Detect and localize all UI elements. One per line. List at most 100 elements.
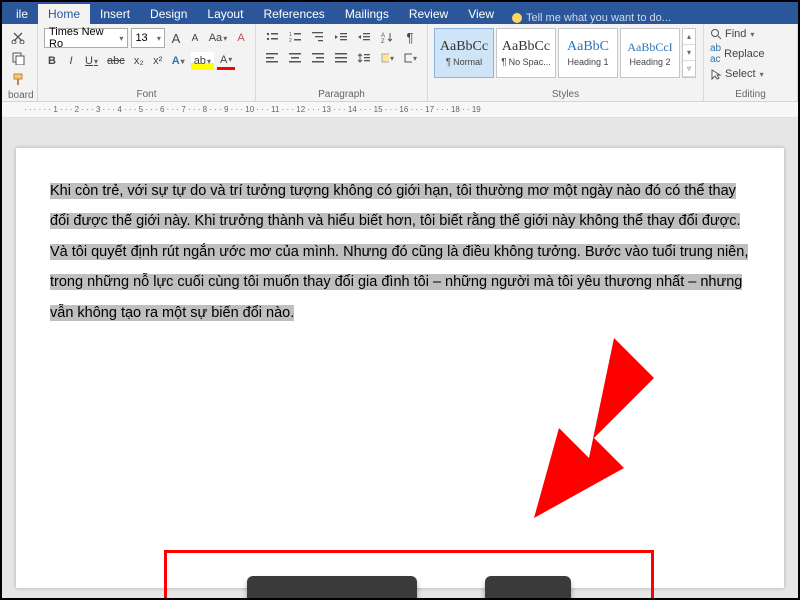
- plus-sign: +: [439, 596, 462, 599]
- font-size-combo[interactable]: 13 ▾: [131, 28, 164, 48]
- group-label-clipboard: board: [8, 88, 31, 101]
- font-color-button[interactable]: A▾: [217, 52, 235, 70]
- borders-button[interactable]: ▾: [400, 49, 420, 67]
- bold-button[interactable]: B: [44, 52, 60, 70]
- group-font: Times New Ro▾ 13▾ A A Aa▾ A B I U▾ abc x…: [38, 24, 256, 101]
- group-editing: Find▾ abac Replace Select▾ Editing: [704, 24, 798, 101]
- tab-home[interactable]: Home: [38, 4, 90, 24]
- grow-font-button[interactable]: A: [168, 29, 184, 47]
- style-preview: AaBbCc: [502, 39, 550, 55]
- cut-button[interactable]: [8, 28, 28, 46]
- style-heading-1[interactable]: AaBbC Heading 1: [558, 28, 618, 78]
- paragraph-mark-icon: ¶: [446, 57, 451, 68]
- find-button[interactable]: Find▾: [710, 28, 791, 40]
- cursor-icon: [710, 68, 722, 80]
- selected-text[interactable]: Khi còn trẻ, với sự tự do và trí tưởng t…: [50, 183, 748, 321]
- select-button[interactable]: Select▾: [710, 68, 791, 80]
- find-label: Find: [725, 28, 746, 40]
- style-label: Heading 1: [567, 57, 608, 67]
- format-painter-button[interactable]: [8, 70, 28, 88]
- replace-label: Replace: [724, 48, 764, 60]
- document-paragraph[interactable]: Khi còn trẻ, với sự tự do và trí tưởng t…: [50, 176, 750, 328]
- style-no-spacing[interactable]: AaBbCc ¶No Spac...: [496, 28, 556, 78]
- key-a: A: [485, 576, 571, 598]
- style-label: Heading 2: [629, 57, 670, 67]
- font-size-value: 13: [135, 32, 147, 44]
- document-page[interactable]: Khi còn trẻ, với sự tự do và trí tưởng t…: [16, 148, 784, 588]
- style-normal[interactable]: AaBbCc ¶Normal: [434, 28, 494, 78]
- superscript-button[interactable]: x²: [150, 52, 166, 70]
- clear-format-button[interactable]: A: [233, 29, 249, 47]
- show-marks-button[interactable]: ¶: [400, 28, 420, 46]
- style-preview: AaBbC: [567, 39, 609, 55]
- chevron-up-icon[interactable]: ▴: [683, 29, 695, 45]
- select-label: Select: [725, 68, 756, 80]
- tab-design[interactable]: Design: [140, 4, 197, 24]
- keyboard-shortcut-callout: Ctrl + A: [164, 550, 654, 598]
- align-right-button[interactable]: [308, 49, 328, 67]
- tab-review[interactable]: Review: [399, 4, 458, 24]
- tell-me-label: Tell me what you want to do...: [526, 12, 671, 24]
- styles-expand-icon[interactable]: ▿: [683, 61, 695, 77]
- highlight-label: ab: [194, 55, 206, 67]
- style-preview: AaBbCcI: [627, 40, 672, 55]
- chevron-down-icon: ▾: [157, 34, 161, 43]
- change-case-button[interactable]: Aa▾: [206, 29, 230, 47]
- shrink-font-button[interactable]: A: [187, 29, 203, 47]
- tab-insert[interactable]: Insert: [90, 4, 140, 24]
- italic-button[interactable]: I: [63, 52, 79, 70]
- tab-file[interactable]: ile: [6, 4, 38, 24]
- effects-label: A: [172, 55, 180, 67]
- ribbon: board Times New Ro▾ 13▾ A A Aa▾ A B I U▾…: [2, 24, 798, 102]
- highlight-button[interactable]: ab▾: [191, 52, 214, 70]
- tab-layout[interactable]: Layout: [197, 4, 253, 24]
- tab-view[interactable]: View: [458, 4, 504, 24]
- shading-button[interactable]: ▾: [377, 49, 397, 67]
- styles-scroll[interactable]: ▴ ▾ ▿: [682, 28, 696, 78]
- paragraph-mark-icon: ¶: [501, 57, 506, 68]
- multilevel-button[interactable]: [308, 28, 328, 46]
- align-center-button[interactable]: [285, 49, 305, 67]
- chevron-down-icon: ▾: [119, 34, 123, 43]
- document-area: Khi còn trẻ, với sự tự do và trí tưởng t…: [2, 118, 798, 598]
- horizontal-ruler[interactable]: · · · · · · 1 · · · 2 · · · 3 · · · 4 · …: [2, 102, 798, 118]
- ribbon-tabs: ile Home Insert Design Layout References…: [2, 2, 798, 24]
- group-label-font: Font: [44, 87, 249, 100]
- subscript-button[interactable]: x₂: [131, 52, 147, 70]
- style-preview: AaBbCc: [440, 39, 488, 55]
- fontcolor-label: A: [220, 54, 227, 66]
- tab-mailings[interactable]: Mailings: [335, 4, 399, 24]
- replace-button[interactable]: abac Replace: [710, 43, 791, 65]
- tell-me-search[interactable]: Tell me what you want to do...: [512, 12, 671, 24]
- group-label-paragraph: Paragraph: [262, 87, 421, 100]
- text-effects-button[interactable]: A▾: [169, 52, 188, 70]
- strike-button[interactable]: abc: [104, 52, 128, 70]
- svg-text:Z: Z: [381, 39, 385, 43]
- font-name-combo[interactable]: Times New Ro▾: [44, 28, 128, 48]
- svg-text:2: 2: [289, 38, 292, 43]
- lightbulb-icon: [512, 13, 522, 23]
- align-left-button[interactable]: [262, 49, 282, 67]
- group-clipboard: board: [2, 24, 38, 101]
- underline-label: U: [85, 55, 93, 67]
- key-ctrl: Ctrl: [247, 576, 417, 598]
- chevron-down-icon[interactable]: ▾: [683, 45, 695, 61]
- justify-button[interactable]: [331, 49, 351, 67]
- red-arrow-icon: [464, 338, 654, 528]
- bullets-button[interactable]: [262, 28, 282, 46]
- style-label: No Spac...: [509, 57, 551, 67]
- group-paragraph: 12 AZ ¶ ▾ ▾ Paragraph: [256, 24, 428, 101]
- numbering-button[interactable]: 12: [285, 28, 305, 46]
- underline-button[interactable]: U▾: [82, 52, 101, 70]
- style-label: Normal: [453, 57, 482, 67]
- replace-icon: abac: [710, 43, 721, 65]
- tab-references[interactable]: References: [253, 4, 334, 24]
- style-heading-2[interactable]: AaBbCcI Heading 2: [620, 28, 680, 78]
- increase-indent-button[interactable]: [354, 28, 374, 46]
- line-spacing-button[interactable]: [354, 49, 374, 67]
- group-styles: AaBbCc ¶Normal AaBbCc ¶No Spac... AaBbC …: [428, 24, 704, 101]
- decrease-indent-button[interactable]: [331, 28, 351, 46]
- change-case-label: Aa: [209, 32, 222, 44]
- sort-button[interactable]: AZ: [377, 28, 397, 46]
- copy-button[interactable]: [8, 49, 28, 67]
